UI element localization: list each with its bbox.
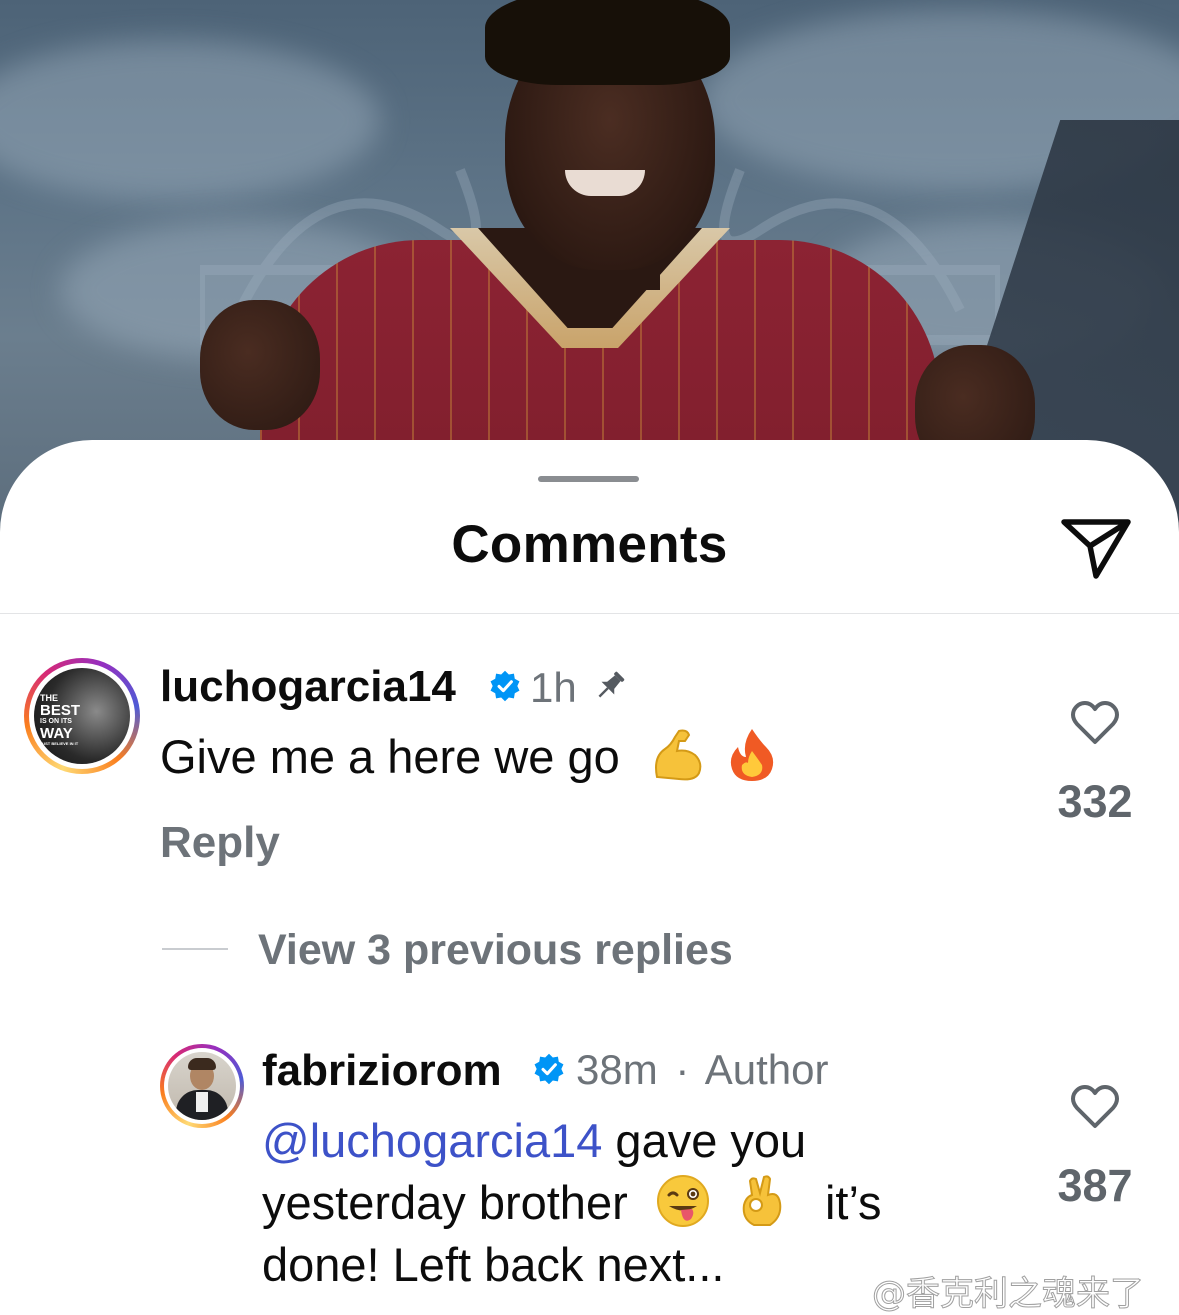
reply-text-content: yesterday brother [262, 1176, 628, 1229]
verified-badge-icon [534, 1053, 564, 1085]
comment-timestamp: 1h [530, 664, 577, 711]
player-hair [485, 0, 730, 85]
reply-text-content: it’s [824, 1176, 882, 1229]
verified-badge-icon [490, 670, 520, 702]
reply-timestamp: 38m [576, 1046, 658, 1093]
avatar-caption: THE BEST IS ON ITS WAY JUST BELIEVE IN I… [40, 694, 81, 747]
reply-text-line: yesterday brother it’s [262, 1172, 882, 1234]
reply-button[interactable]: Reply [160, 818, 280, 868]
fire-emoji [730, 729, 774, 781]
meta-separator: · [675, 1046, 690, 1093]
comment-text: Give me a here we go [160, 726, 780, 788]
avatar-text-line: BEST [40, 702, 81, 719]
flexed-biceps-emoji [654, 729, 702, 781]
comments-sheet: Comments THE BEST IS ON ITS WAY JUST BEL… [0, 440, 1179, 1315]
comment-item: THE BEST IS ON ITS WAY JUST BELIEVE IN I… [0, 440, 1179, 1315]
avatar-image: THE BEST IS ON ITS WAY JUST BELIEVE IN I… [34, 668, 130, 764]
thread-connector-line [162, 948, 228, 950]
pin-icon [598, 671, 625, 698]
author-label: Author [704, 1046, 829, 1093]
like-heart-icon[interactable] [1070, 700, 1120, 746]
reply-text-line: @luchogarcia14 gave you [262, 1110, 882, 1172]
avatar-text-line: WAY [40, 725, 73, 742]
reply-text-content: gave you [602, 1114, 807, 1167]
avatar-image [168, 1052, 236, 1120]
reply-text-line: done! Left back next... [262, 1238, 725, 1291]
view-previous-replies-button[interactable]: View 3 previous replies [258, 926, 733, 975]
reply-meta: 38m · Author [576, 1046, 828, 1094]
like-heart-icon[interactable] [1070, 1084, 1120, 1130]
comment-text-content: Give me a here we go [160, 730, 620, 783]
avatar-text-line: JUST BELIEVE IN IT [40, 741, 79, 746]
ok-hand-emoji [742, 1175, 782, 1226]
winking-face-tongue-emoji [656, 1175, 709, 1227]
watermark: @香克利之魂来了 [872, 1274, 1145, 1315]
player-left-fist [200, 300, 320, 430]
like-count: 387 [1057, 1160, 1133, 1211]
comment-username[interactable]: luchogarcia14 [160, 662, 456, 712]
reply-username[interactable]: fabriziorom [262, 1046, 502, 1096]
mention-link[interactable]: @luchogarcia14 [262, 1114, 602, 1167]
like-count: 332 [1057, 776, 1133, 827]
avatar[interactable] [160, 1044, 244, 1128]
reply-text: @luchogarcia14 gave you yesterday brothe… [262, 1110, 882, 1296]
avatar[interactable]: THE BEST IS ON ITS WAY JUST BELIEVE IN I… [24, 658, 140, 774]
